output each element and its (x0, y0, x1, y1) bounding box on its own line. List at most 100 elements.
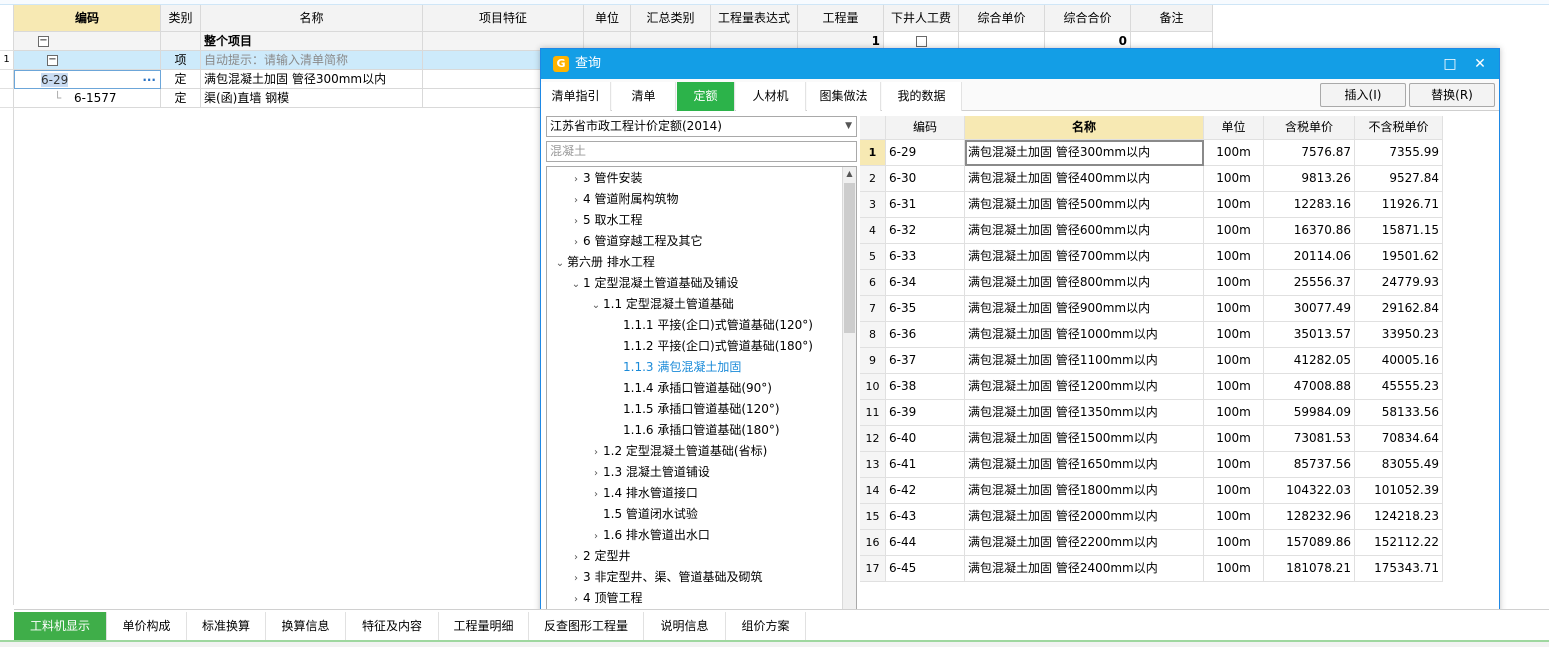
grid-cell[interactable]: └ 6-1577 (14, 89, 161, 108)
column-header[interactable]: 类别 (161, 5, 201, 32)
table-row[interactable]: 11 6-39 满包混凝土加固 管径1350mm以内 100m 59984.09 5813… (860, 400, 1444, 426)
tab-3[interactable]: 人材机 (736, 82, 806, 111)
expanded-icon[interactable]: ⌄ (589, 295, 603, 316)
column-header[interactable]: 下井人工费 (884, 5, 959, 32)
collapsed-icon[interactable]: › (589, 463, 603, 484)
column-header[interactable]: 单位 (584, 5, 631, 32)
scroll-up-icon[interactable]: ▲ (843, 167, 856, 181)
table-row[interactable]: 8 6-36 满包混凝土加固 管径1000mm以内 100m 35013.57 33950… (860, 322, 1444, 348)
collapsed-icon[interactable]: › (569, 169, 583, 190)
replace-button[interactable]: 替换(R) (1409, 83, 1495, 107)
table-row[interactable]: 12 6-40 满包混凝土加固 管径1500mm以内 100m 73081.53 7083… (860, 426, 1444, 452)
column-header[interactable]: 名称 (201, 5, 423, 32)
code-input[interactable]: 6-29 (41, 73, 69, 87)
tree-node[interactable]: 1.1.6 承插口管道基础(180°) (547, 420, 843, 441)
table-row[interactable]: 2 6-30 满包混凝土加固 管径400mm以内 100m 9813.26 9527.84 (860, 166, 1444, 192)
collapse-icon[interactable]: − (38, 36, 49, 47)
table-row[interactable]: 10 6-38 满包混凝土加固 管径1200mm以内 100m 47008.88 4555… (860, 374, 1444, 400)
bottom-tab-2[interactable]: 标准换算 (187, 612, 266, 640)
tree-node[interactable]: › 1.6 排水管道出水口 (547, 525, 843, 546)
tree-node[interactable]: 1.1.3 满包混凝土加固 (547, 357, 843, 378)
grid-cell[interactable]: 6-29 ··· (14, 70, 161, 89)
bottom-tab-5[interactable]: 工程量明细 (439, 612, 529, 640)
table-row[interactable]: 1 6-29 满包混凝土加固 管径300mm以内 100m 7576.87 7355.99 (860, 140, 1444, 166)
tree-node[interactable]: › 3 非定型井、渠、管道基础及砌筑 (547, 567, 843, 588)
maximize-icon[interactable]: □ (1439, 54, 1461, 74)
bottom-tab-8[interactable]: 组价方案 (726, 612, 806, 640)
tree-node[interactable]: 1.5 管道闭水试验 (547, 504, 843, 525)
table-row[interactable]: 9 6-37 满包混凝土加固 管径1100mm以内 100m 41282.05 40005… (860, 348, 1444, 374)
insert-button[interactable]: 插入(I) (1320, 83, 1406, 107)
column-header[interactable]: 综合合价 (1045, 5, 1131, 32)
tree-node[interactable]: › 1.4 排水管道接口 (547, 483, 843, 504)
column-header[interactable]: 编码 (14, 5, 161, 32)
collapsed-icon[interactable]: › (569, 211, 583, 232)
tab-1[interactable]: 清单 (612, 82, 676, 111)
results-column-header[interactable]: 编码 (886, 116, 965, 140)
underground-labor-checkbox[interactable] (915, 36, 927, 47)
collapse-icon[interactable]: − (47, 55, 58, 66)
column-header[interactable]: 工程量 (798, 5, 884, 32)
grid-cell[interactable]: 自动提示：请输入清单简称 (201, 51, 423, 70)
search-input[interactable]: 混凝土 (546, 141, 857, 162)
tree-node[interactable]: › 1.3 混凝土管道铺设 (547, 462, 843, 483)
column-header[interactable]: 备注 (1131, 5, 1213, 32)
column-header[interactable]: 综合单价 (959, 5, 1045, 32)
tree-node[interactable]: › 4 顶管工程 (547, 588, 843, 609)
tree-node[interactable]: 1.1.2 平接(企口)式管道基础(180°) (547, 336, 843, 357)
bottom-tab-1[interactable]: 单价构成 (107, 612, 187, 640)
column-header[interactable]: 工程量表达式 (711, 5, 798, 32)
collapsed-icon[interactable]: › (589, 442, 603, 463)
table-row[interactable]: 7 6-35 满包混凝土加固 管径900mm以内 100m 30077.49 29162.… (860, 296, 1444, 322)
tree-node[interactable]: › 3 管件安装 (547, 168, 843, 189)
scroll-thumb[interactable] (844, 183, 855, 333)
tree-scrollbar[interactable]: ▲ ▼ (842, 167, 856, 621)
tab-5[interactable]: 我的数据 (882, 82, 962, 111)
collapsed-icon[interactable]: › (569, 589, 583, 610)
table-row[interactable]: 15 6-43 满包混凝土加固 管径2000mm以内 100m 128232.96 124… (860, 504, 1444, 530)
tab-0[interactable]: 清单指引 (541, 82, 611, 111)
collapsed-icon[interactable]: › (569, 190, 583, 211)
collapsed-icon[interactable]: › (569, 232, 583, 253)
bottom-tab-3[interactable]: 换算信息 (266, 612, 346, 640)
grid-cell[interactable]: 定 (161, 70, 201, 89)
close-icon[interactable]: ✕ (1469, 54, 1491, 74)
results-column-header[interactable]: 不含税单价 (1355, 116, 1443, 140)
collapsed-icon[interactable]: › (589, 526, 603, 547)
tree-node[interactable]: › 6 管道穿越工程及其它 (547, 231, 843, 252)
library-select[interactable]: 江苏省市政工程计价定额(2014) ▼ (546, 116, 857, 137)
grid-cell[interactable]: 满包混凝土加固 管径300mm以内 (201, 70, 423, 89)
tab-4[interactable]: 图集做法 (807, 82, 881, 111)
tree-node[interactable]: 1.1.5 承插口管道基础(120°) (547, 399, 843, 420)
table-row[interactable]: 4 6-32 满包混凝土加固 管径600mm以内 100m 16370.86 15871.… (860, 218, 1444, 244)
table-row[interactable]: 13 6-41 满包混凝土加固 管径1650mm以内 100m 85737.56 8305… (860, 452, 1444, 478)
column-header[interactable]: 项目特征 (423, 5, 584, 32)
tree-node[interactable]: ⌄ 1 定型混凝土管道基础及铺设 (547, 273, 843, 294)
collapsed-icon[interactable]: › (569, 547, 583, 568)
expanded-icon[interactable]: ⌄ (569, 274, 583, 295)
tree-node[interactable]: › 2 定型井 (547, 546, 843, 567)
column-header[interactable]: 汇总类别 (631, 5, 711, 32)
collapsed-icon[interactable]: › (569, 568, 583, 589)
tree-node[interactable]: › 4 管道附属构筑物 (547, 189, 843, 210)
results-column-header[interactable]: 单位 (1204, 116, 1264, 140)
bottom-tab-0[interactable]: 工料机显示 (14, 612, 107, 640)
bottom-tab-7[interactable]: 说明信息 (644, 612, 726, 640)
tree-node[interactable]: ⌄ 1.1 定型混凝土管道基础 (547, 294, 843, 315)
grid-cell[interactable]: 项 (161, 51, 201, 70)
tree-node[interactable]: 1.1.4 承插口管道基础(90°) (547, 378, 843, 399)
tree-node[interactable]: 1.1.1 平接(企口)式管道基础(120°) (547, 315, 843, 336)
grid-cell[interactable]: 渠(函)直墙 钢模 (201, 89, 423, 108)
results-column-header[interactable]: 含税单价 (1264, 116, 1355, 140)
table-row[interactable]: 3 6-31 满包混凝土加固 管径500mm以内 100m 12283.16 11926.… (860, 192, 1444, 218)
grid-cell[interactable]: 定 (161, 89, 201, 108)
tree-node[interactable]: › 5 取水工程 (547, 210, 843, 231)
tree-node[interactable]: › 1.2 定型混凝土管道基础(省标) (547, 441, 843, 462)
table-row[interactable]: 14 6-42 满包混凝土加固 管径1800mm以内 100m 104322.03 101… (860, 478, 1444, 504)
results-column-header[interactable]: 名称 (965, 116, 1204, 140)
table-row[interactable]: 17 6-45 满包混凝土加固 管径2400mm以内 100m 181078.21 175… (860, 556, 1444, 582)
expanded-icon[interactable]: ⌄ (553, 253, 567, 274)
table-row[interactable]: 16 6-44 满包混凝土加固 管径2200mm以内 100m 157089.86 152… (860, 530, 1444, 556)
tab-2[interactable]: 定额 (677, 82, 735, 111)
table-row[interactable]: 5 6-33 满包混凝土加固 管径700mm以内 100m 20114.06 19501.… (860, 244, 1444, 270)
